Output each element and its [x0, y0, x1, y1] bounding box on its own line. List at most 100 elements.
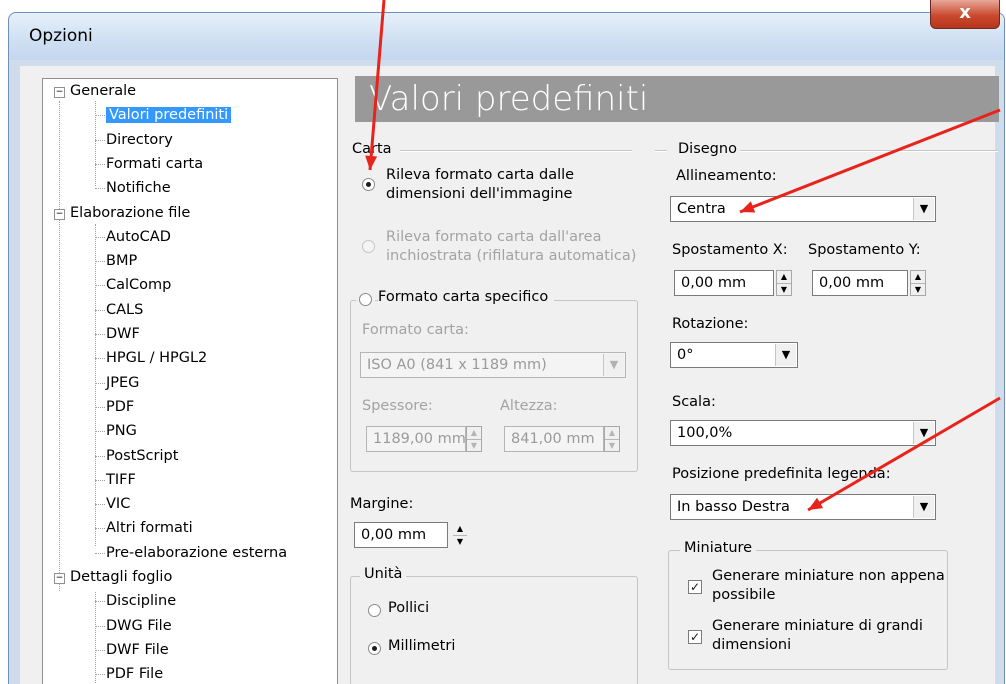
tree-branch-line	[95, 601, 105, 602]
checkbox-large-thumbnails-label[interactable]: Generare miniature di grandi	[712, 618, 923, 634]
close-button[interactable]: x	[930, 0, 1000, 29]
tree-item[interactable]: CalComp	[106, 274, 171, 296]
offset-x-field[interactable]: 0,00 mm	[674, 270, 774, 296]
spin-down-icon[interactable]: ▼	[605, 439, 619, 452]
legend-position-label: Posizione predefinita legenda:	[672, 466, 891, 482]
margin-field[interactable]: 0,00 mm	[354, 522, 448, 548]
tree-item[interactable]: − Generale	[54, 80, 136, 102]
tree-item[interactable]: VIC	[106, 493, 130, 515]
radio-millimeters[interactable]	[368, 642, 381, 655]
tree-item[interactable]: AutoCAD	[106, 226, 171, 248]
checkbox-large-thumbnails[interactable]: ✓	[688, 630, 702, 644]
spin-up-icon[interactable]: ▲	[467, 427, 481, 439]
thickness-field[interactable]: 1189,00 mm	[366, 426, 466, 452]
tree-item-label: Valori predefiniti	[106, 107, 232, 123]
radio-millimeters-label[interactable]: Millimetri	[388, 638, 455, 654]
spin-down-icon[interactable]: ▼	[911, 283, 925, 296]
alignment-select[interactable]: Centra ▼	[670, 196, 936, 222]
tree-branch-line	[95, 310, 105, 311]
tree-item[interactable]: PostScript	[106, 445, 178, 467]
legend-position-select[interactable]: In basso Destra ▼	[670, 494, 936, 520]
offset-y-spinner[interactable]: ▲ ▼	[910, 270, 926, 296]
tree-item[interactable]: BMP	[106, 250, 137, 272]
offset-x-spinner[interactable]: ▲ ▼	[776, 270, 792, 296]
scale-select[interactable]: 100,0% ▼	[670, 420, 936, 446]
height-spinner[interactable]: ▲ ▼	[604, 426, 620, 452]
tree-item[interactable]: TIFF	[106, 469, 136, 491]
tree-collapse-icon[interactable]: −	[54, 573, 65, 584]
tree-item-label: Discipline	[106, 593, 177, 609]
radio-detect-from-image[interactable]	[362, 178, 375, 191]
radio-detect-from-image-label-2[interactable]: dimensioni dell'immagine	[386, 186, 572, 202]
spin-up-icon[interactable]: ▲	[911, 271, 925, 283]
chevron-down-icon[interactable]: ▼	[913, 198, 934, 220]
tree-item-label: AutoCAD	[106, 229, 171, 245]
tree-item[interactable]: DWF File	[106, 639, 169, 661]
checkbox-thumbnails-asap-label-2[interactable]: possibile	[712, 587, 775, 603]
checkbox-large-thumbnails-label-2[interactable]: dimensioni	[712, 637, 791, 653]
tree-item[interactable]: Valori predefiniti	[106, 104, 232, 126]
scale-value: 100,0%	[677, 425, 733, 441]
rotation-select[interactable]: 0° ▼	[670, 342, 798, 368]
units-group	[350, 576, 638, 684]
tree-item[interactable]: CALS	[106, 299, 143, 321]
tree-connector-generale	[59, 101, 60, 591]
checkbox-thumbnails-asap[interactable]: ✓	[688, 580, 702, 594]
tree-item[interactable]: PDF File	[106, 663, 163, 684]
rotation-label: Rotazione:	[672, 316, 749, 332]
spin-down-icon[interactable]: ▼	[467, 439, 481, 452]
offset-y-label: Spostamento Y:	[808, 242, 921, 258]
page-title: Valori predefiniti	[355, 76, 999, 122]
tree-item[interactable]: Formati carta	[106, 153, 203, 175]
margin-label: Margine:	[350, 496, 414, 512]
tree-item[interactable]: Altri formati	[106, 517, 193, 539]
spin-up-icon[interactable]: ▲	[605, 427, 619, 439]
tree-item[interactable]: − Elaborazione file	[54, 202, 190, 224]
tree-item[interactable]: DWF	[106, 323, 140, 345]
tree-branch-line	[95, 358, 105, 359]
spin-up-icon[interactable]: ▲	[453, 523, 467, 535]
tree-item[interactable]: Notifiche	[106, 177, 171, 199]
tree-branch-line	[95, 164, 105, 165]
radio-specific-format-label[interactable]: Formato carta specifico	[378, 289, 555, 305]
offset-y-field[interactable]: 0,00 mm	[812, 270, 908, 296]
tree-collapse-icon[interactable]: −	[54, 209, 65, 220]
tree-item-label: PNG	[106, 423, 137, 439]
spin-up-icon[interactable]: ▲	[777, 271, 791, 283]
margin-spinner[interactable]: ▲ ▼	[452, 522, 468, 548]
radio-inches[interactable]	[368, 604, 381, 617]
chevron-down-icon[interactable]: ▼	[775, 344, 796, 366]
spin-down-icon[interactable]: ▼	[453, 535, 467, 548]
tree-connector-children-3	[95, 592, 96, 684]
alignment-label: Allineamento:	[676, 168, 777, 184]
radio-inches-label[interactable]: Pollici	[388, 600, 429, 616]
tree-item[interactable]: Discipline	[106, 590, 176, 612]
tree-item-label: DWF	[106, 326, 140, 342]
chevron-down-icon[interactable]: ▼	[913, 496, 934, 518]
chevron-down-icon[interactable]: ▼	[603, 354, 624, 376]
tree-item[interactable]: Pre-elaborazione esterna	[106, 542, 287, 564]
paper-format-select[interactable]: ISO A0 (841 x 1189 mm) ▼	[360, 352, 626, 378]
legend-position-value: In basso Destra	[677, 499, 790, 515]
tree-item[interactable]: − Dettagli foglio	[54, 566, 172, 588]
thickness-spinner[interactable]: ▲ ▼	[466, 426, 482, 452]
tree-item[interactable]: DWG File	[106, 615, 172, 637]
tree-item[interactable]: HPGL / HPGL2	[106, 347, 207, 369]
tree-collapse-icon[interactable]: −	[54, 87, 65, 98]
radio-detect-from-image-label[interactable]: Rileva formato carta dalle	[386, 167, 574, 183]
radio-detect-from-inked-area[interactable]	[362, 240, 375, 253]
checkbox-thumbnails-asap-label[interactable]: Generare miniature non appena	[712, 568, 945, 584]
options-tree[interactable]: − Generale Valori predefiniti Directory Form…	[42, 78, 338, 684]
window-title: Opzioni	[29, 26, 93, 46]
title-bar: Opzioni	[8, 12, 1005, 61]
tree-item[interactable]: JPEG	[106, 372, 139, 394]
height-field[interactable]: 841,00 mm	[504, 426, 604, 452]
tree-item[interactable]: PDF	[106, 396, 134, 418]
spin-down-icon[interactable]: ▼	[777, 283, 791, 296]
tree-item[interactable]: PNG	[106, 420, 137, 442]
tree-item-label: Directory	[106, 132, 173, 148]
tree-item[interactable]: Directory	[106, 129, 173, 151]
radio-specific-format[interactable]	[359, 293, 372, 306]
tree-branch-line	[95, 261, 105, 262]
chevron-down-icon[interactable]: ▼	[913, 422, 934, 444]
